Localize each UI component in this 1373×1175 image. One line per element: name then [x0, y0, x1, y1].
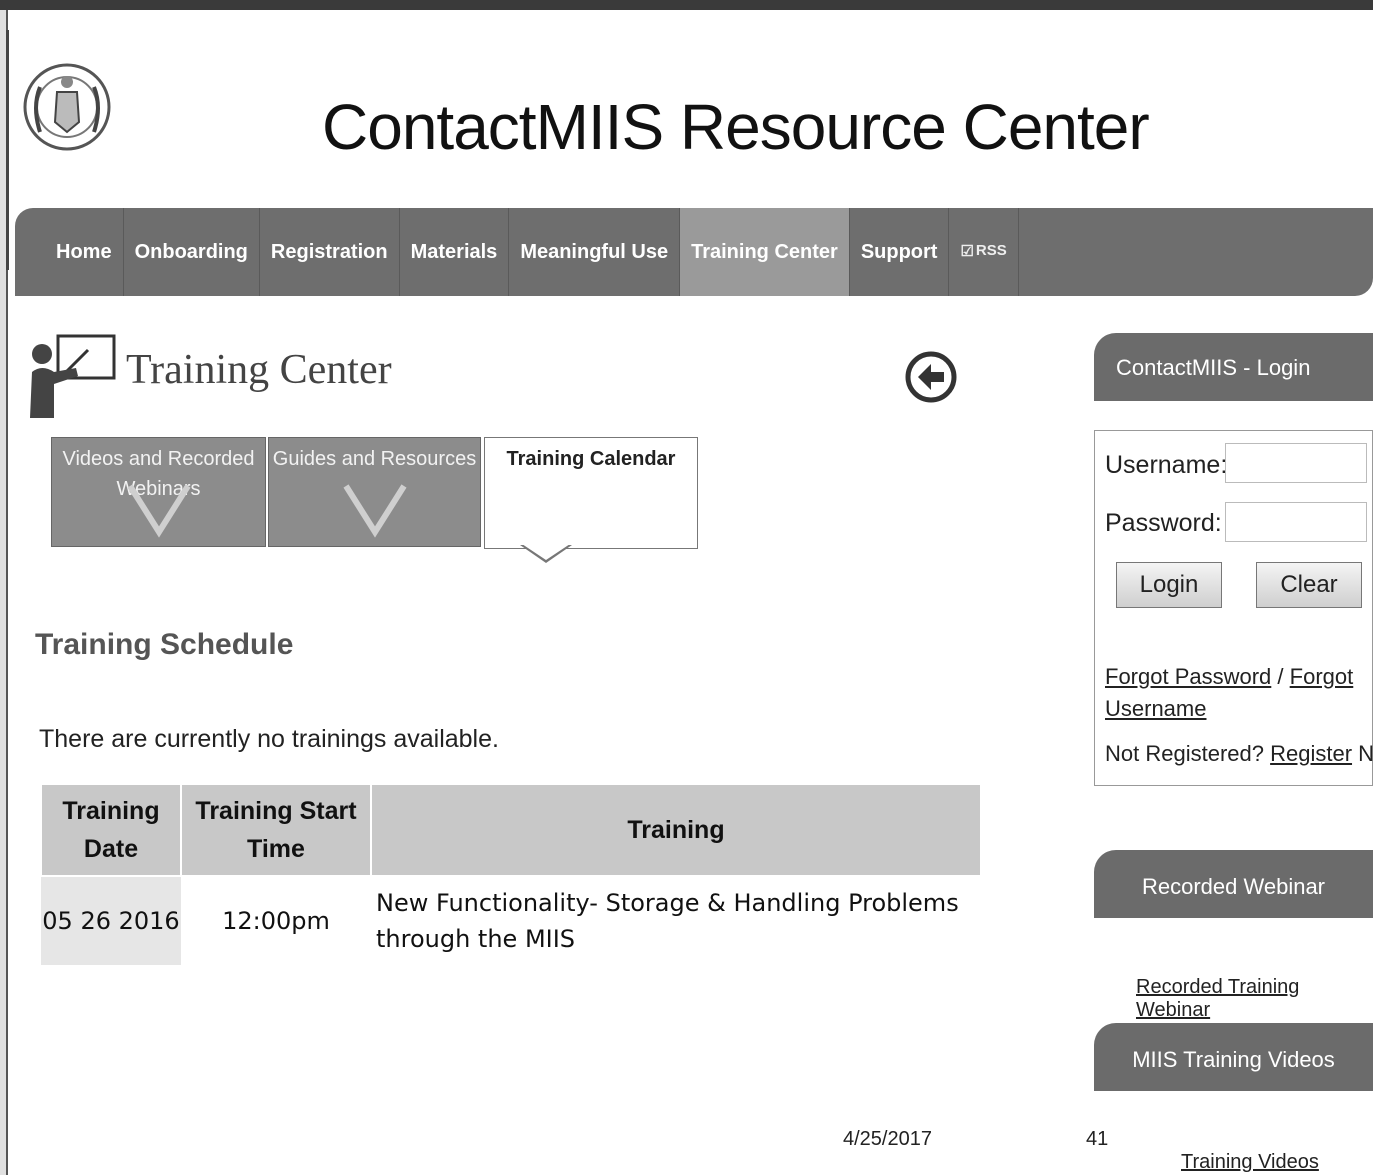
chevron-down-icon: [342, 484, 407, 538]
nav-item-onboarding[interactable]: Onboarding: [124, 208, 260, 296]
slide-date: 4/25/2017: [843, 1128, 932, 1150]
register-link[interactable]: Register: [1270, 741, 1352, 766]
cell-date: 05 26 2016: [41, 876, 181, 965]
training-videos-title: MIIS Training Videos: [1132, 1047, 1335, 1072]
site-title: ContactMIIS Resource Center: [322, 91, 1150, 163]
top-border: [0, 0, 1373, 10]
nav-item-support[interactable]: Support: [850, 208, 950, 296]
active-tab-pointer-fill: [522, 544, 570, 560]
cell-time: 12:00pm: [222, 907, 330, 935]
table-header-row: Training Date Training Start Time Traini…: [40, 783, 982, 877]
forgot-separator: /: [1277, 664, 1284, 689]
login-button[interactable]: Login: [1116, 562, 1222, 608]
chevron-down-icon: [126, 484, 191, 538]
forgot-links: Forgot Password / Forgot Username: [1105, 661, 1367, 725]
col-header-training: Training: [370, 783, 982, 877]
training-videos-link[interactable]: Training Videos: [1181, 1151, 1319, 1174]
state-seal-logo: [23, 63, 111, 151]
not-registered-text: Not Registered?: [1105, 741, 1264, 766]
rss-label: RSS: [975, 242, 1007, 259]
page-title: Training Center: [126, 347, 392, 393]
password-label: Password:: [1105, 509, 1222, 537]
nav-item-home[interactable]: Home: [45, 208, 124, 296]
no-trainings-message: There are currently no trainings availab…: [39, 725, 499, 753]
nav-item-registration[interactable]: Registration: [260, 208, 400, 296]
training-videos-header: MIIS Training Videos: [1094, 1023, 1373, 1091]
col-header-start-time: Training Start Time: [180, 783, 372, 877]
schedule-title: Training Schedule: [35, 628, 294, 661]
username-field[interactable]: [1225, 443, 1367, 483]
table-row: 05 26 2016 12:00pm New Functionality- St…: [41, 876, 981, 965]
rss-icon: ☑: [960, 243, 974, 260]
recorded-webinar-header: Recorded Webinar: [1094, 850, 1373, 918]
cell-training: New Functionality- Storage & Handling Pr…: [376, 889, 959, 953]
tab-guides-resources[interactable]: Guides and Resources: [268, 437, 481, 547]
nav-item-meaningful-use[interactable]: Meaningful Use: [509, 208, 681, 296]
left-window-edge-accent: [6, 30, 9, 270]
tab-label: Guides and Resources: [272, 448, 477, 470]
tab-label: Training Calendar: [506, 448, 676, 470]
clear-button[interactable]: Clear: [1256, 562, 1362, 608]
username-label: Username:: [1105, 451, 1228, 479]
tab-videos-webinars[interactable]: Videos and Recorded Webinars: [51, 437, 266, 547]
recorded-webinar-title: Recorded Webinar: [1141, 874, 1326, 899]
nav-item-training-center[interactable]: Training Center: [680, 208, 850, 296]
tab-training-calendar[interactable]: Training Calendar: [484, 437, 698, 549]
training-schedule-table: Training Date Training Start Time Traini…: [40, 783, 982, 965]
forgot-password-link[interactable]: Forgot Password: [1105, 664, 1271, 689]
password-field[interactable]: [1225, 502, 1367, 542]
login-panel-title: ContactMIIS - Login: [1116, 355, 1311, 380]
login-panel: Username: Password: Login Clear Forgot P…: [1094, 430, 1373, 786]
login-panel-header: ContactMIIS - Login: [1094, 333, 1373, 401]
col-header-date: Training Date: [40, 783, 182, 877]
main-navigation: Home Onboarding Registration Materials M…: [15, 208, 1373, 296]
slide-number: 41: [1086, 1128, 1109, 1150]
nav-item-rss[interactable]: ☑ RSS: [949, 208, 1019, 296]
register-line: Not Registered? Register Now.: [1105, 741, 1373, 767]
recorded-training-webinar-link[interactable]: Recorded Training Webinar: [1136, 976, 1373, 1022]
training-presenter-icon: [30, 334, 116, 418]
now-text: Now.: [1358, 741, 1373, 766]
nav-item-materials[interactable]: Materials: [400, 208, 510, 296]
back-arrow-icon[interactable]: [904, 347, 958, 407]
